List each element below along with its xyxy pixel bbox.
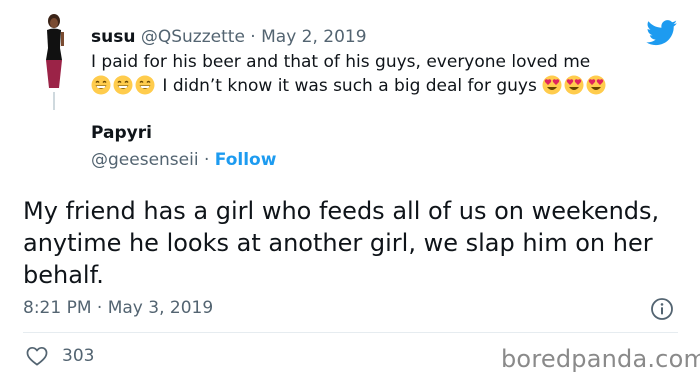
- divider: [23, 332, 678, 333]
- grinning-emoji-icon: [113, 75, 135, 96]
- thread-line: [53, 92, 55, 110]
- grinning-emoji-icon: [91, 75, 113, 96]
- info-icon[interactable]: [650, 297, 674, 321]
- reply-tweet: susu @QSuzzette · May 2, 2019 I paid for…: [0, 0, 700, 118]
- like-count[interactable]: 303: [62, 345, 94, 367]
- follow-button[interactable]: Follow: [215, 150, 277, 170]
- reply-date[interactable]: May 2, 2019: [261, 27, 366, 47]
- reply-handle[interactable]: @QSuzzette: [141, 27, 245, 47]
- heart-icon[interactable]: [26, 346, 48, 366]
- watermark: boredpanda.com: [501, 345, 700, 373]
- reply-display-name[interactable]: susu: [91, 27, 135, 47]
- author-separator: ·: [198, 150, 215, 170]
- twitter-bird-icon[interactable]: [646, 20, 678, 46]
- heart-eyes-emoji-icon: [542, 75, 564, 96]
- avatar[interactable]: [38, 12, 68, 88]
- heart-eyes-emoji-icon: [586, 75, 608, 96]
- reply-separator: ·: [244, 27, 262, 47]
- reply-text-line1: I paid for his beer and that of his guys…: [91, 52, 591, 72]
- author-handle[interactable]: @geesenseii: [91, 150, 199, 170]
- grinning-emoji-icon: [135, 75, 157, 96]
- reply-header: susu @QSuzzette · May 2, 2019: [91, 26, 367, 48]
- tweet-timestamp[interactable]: 8:21 PM · May 3, 2019: [23, 297, 213, 319]
- reply-text-line2-text: I didn’t know it was such a big deal for…: [162, 76, 537, 96]
- tweet-text: My friend has a girl who feeds all of us…: [23, 197, 660, 289]
- heart-eyes-emoji-icon: [564, 75, 586, 96]
- author-display-name[interactable]: Papyri: [91, 122, 152, 144]
- author-block: Papyri @geesenseii · Follow: [91, 122, 276, 170]
- reply-text-line2: I didn’t know it was such a big deal for…: [91, 74, 681, 98]
- reply-text: I paid for his beer and that of his guys…: [91, 50, 681, 98]
- author-handle-row: @geesenseii · Follow: [91, 149, 276, 171]
